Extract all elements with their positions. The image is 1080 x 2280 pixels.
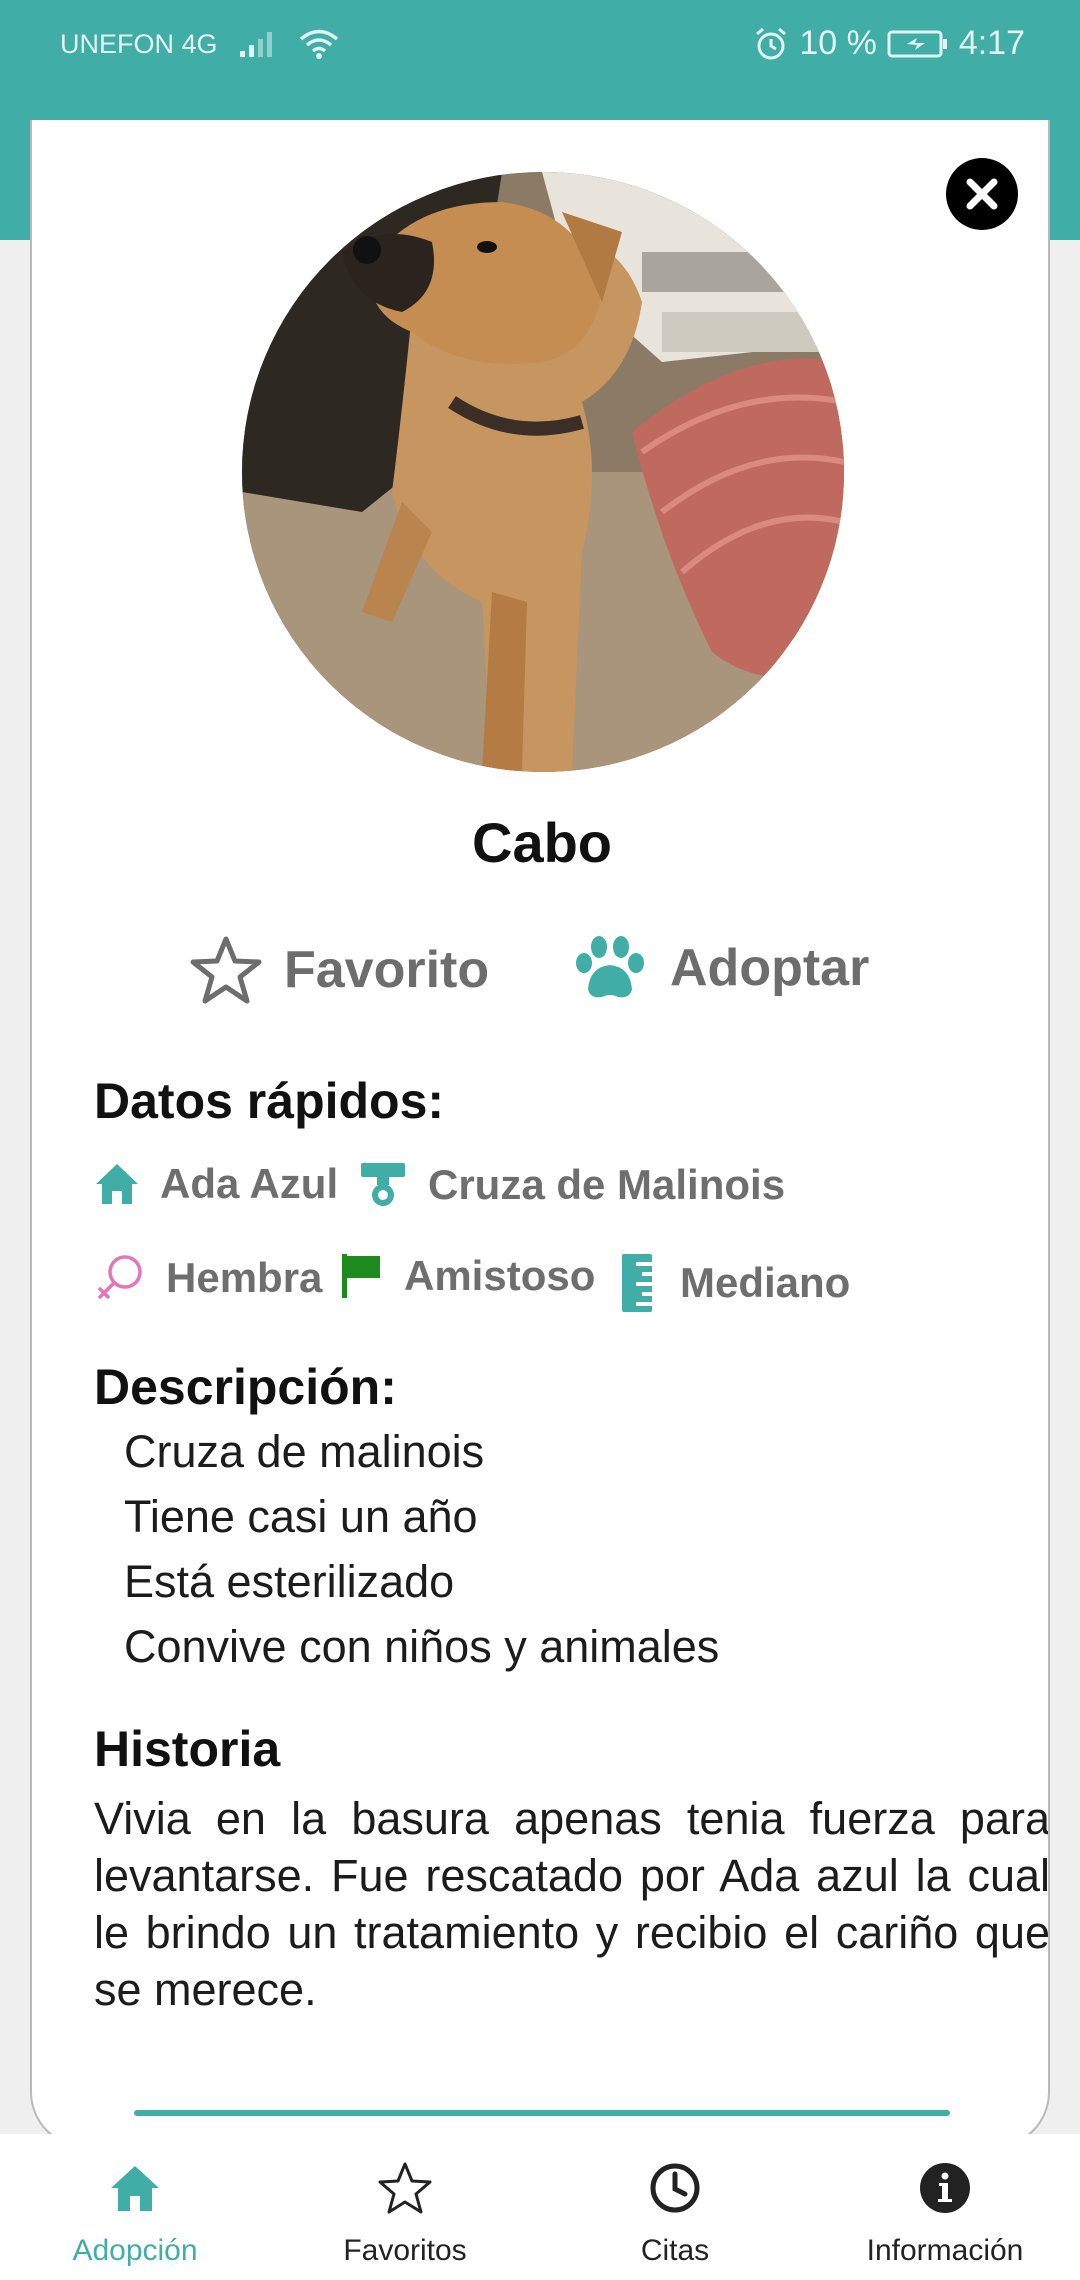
battery-icon [887,30,947,57]
description-line: Convive con niños y animales [124,1621,720,1672]
fact-temperament: Amistoso [338,1252,595,1300]
adopt-label: Adoptar [670,939,870,997]
star-icon [190,936,262,1004]
home-icon [96,1164,138,1204]
info-icon [920,2163,970,2213]
fact-sex: Hembra [94,1252,322,1304]
fact-size: Mediano [614,1252,850,1314]
dog-collar-icon [361,1163,405,1206]
ruler-icon [622,1254,652,1312]
female-icon [97,1255,142,1300]
nav-favoritos[interactable]: Favoritos [270,2134,540,2280]
description-line: Tiene casi un año [124,1491,478,1542]
adopt-button[interactable]: Adoptar [572,935,869,1001]
nav-citas[interactable]: Citas [540,2134,810,2280]
clock-icon [650,2163,700,2213]
carrier-label: UNEFON 4G [60,28,218,59]
pet-name: Cabo [472,811,612,874]
flag-icon [342,1254,380,1298]
fact-shelter: Ada Azul [94,1160,338,1208]
clock-time: 4:17 [958,24,1025,62]
nav-informacion[interactable]: Información [810,2134,1080,2280]
description-title: Descripción: [94,1359,397,1415]
nav-label: Adopción [72,2234,198,2267]
signal-icon [239,32,272,57]
nav-label: Información [866,2234,1024,2267]
nav-adopcion[interactable]: Adopción [0,2134,270,2280]
wifi-icon [299,29,338,59]
description-line: Está esterilizado [124,1556,455,1607]
scroll-indicator [134,2110,950,2116]
quick-facts-title: Datos rápidos: [94,1073,445,1129]
nav-label: Citas [640,2234,710,2267]
paw-icon [576,936,644,998]
favorite-label: Favorito [284,941,490,999]
nav-label: Favoritos [343,2234,467,2267]
history-text: Vivia en la basura apenas tenia fuerza p… [94,1793,1050,2015]
pet-photo [242,172,844,772]
house-icon [111,2166,159,2211]
bottom-navigation: Adopción Favoritos Citas Información [0,2134,1080,2280]
favorite-button[interactable]: Favorito [190,935,489,1005]
description-line: Cruza de malinois [124,1426,485,1477]
star-icon [378,2162,432,2214]
battery-percent: 10 % [799,24,877,62]
fact-breed: Cruza de Malinois [358,1160,785,1210]
history-title: Historia [94,1721,281,1777]
close-button[interactable] [946,158,1018,230]
pet-detail-modal: Cabo Favorito Adoptar Datos rápidos: Ada… [30,120,1050,2148]
close-icon [966,178,998,210]
alarm-icon [756,27,787,59]
